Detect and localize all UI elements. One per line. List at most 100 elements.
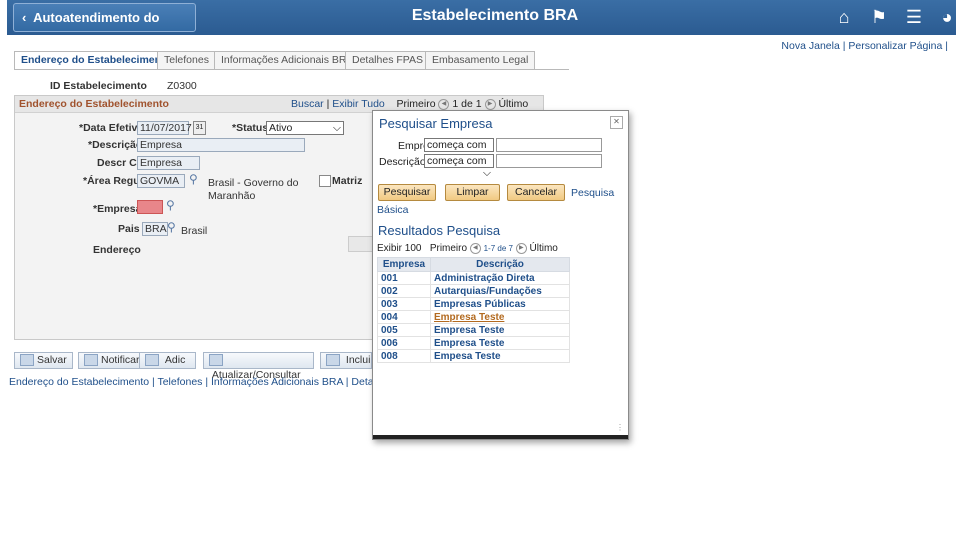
include-label: Incluir r	[345, 354, 372, 366]
descricao-search-input[interactable]	[496, 154, 602, 168]
results-title: Resultados Pesquisa	[378, 223, 501, 238]
bottom-tab-links[interactable]: Endereço do Estabelecimento | Telefones …	[9, 376, 428, 388]
back-button[interactable]: ‹ Autoatendimento do Gerente	[13, 3, 196, 52]
col-empresa-header: Empresa	[377, 257, 431, 272]
empresa-field[interactable]	[137, 200, 163, 214]
descricao-operator-value: começa com	[427, 155, 487, 167]
descricao-field[interactable]: Empresa	[137, 138, 305, 152]
modal-title: Pesquisar Empresa	[379, 116, 493, 131]
tab-endereco[interactable]: Endereço do Estabelecimento	[14, 51, 178, 69]
id-value: Z0300	[167, 80, 197, 92]
basic-search-link[interactable]: Pesquisa	[571, 187, 614, 199]
row-code[interactable]: 001	[377, 271, 431, 285]
pais-description: Brasil	[181, 225, 208, 237]
resize-handle[interactable]: ⋮	[616, 423, 624, 432]
home-icon[interactable]: ⌂	[833, 7, 855, 28]
update-button[interactable]: Atualizar/Consultar	[203, 352, 314, 381]
view-all-link[interactable]: Exibir Tudo	[332, 98, 385, 110]
row-desc[interactable]: Autarquias/Fundações	[430, 284, 570, 298]
prev-icon[interactable]: ◀	[438, 98, 450, 110]
row-desc[interactable]: Empesa Teste	[430, 349, 570, 363]
endereco-label: Endereço	[93, 244, 141, 256]
next-icon[interactable]: ▶	[484, 98, 496, 110]
calendar-icon[interactable]: 31	[193, 121, 206, 135]
tab-info-adicionais[interactable]: Informações Adicionais BRA	[214, 51, 361, 69]
row-code[interactable]: 002	[377, 284, 431, 298]
add-label: Adic	[164, 354, 186, 366]
matriz-checkbox[interactable]	[319, 175, 331, 187]
close-icon[interactable]: ✕	[610, 116, 623, 129]
id-label: ID Estabelecimento	[50, 80, 147, 92]
row-code[interactable]: 006	[377, 336, 431, 350]
row-desc[interactable]: Empresa Teste	[430, 310, 570, 324]
empresa-operator-select[interactable]: começa com⌵	[424, 138, 494, 163]
tab-embasamento-legal[interactable]: Embasamento Legal	[425, 51, 536, 69]
personalize-page-link[interactable]: Personalizar Página	[848, 40, 942, 52]
table-row[interactable]: 002 Autarquias/Fundações	[377, 284, 570, 298]
include-button[interactable]: Incluir r	[320, 352, 372, 369]
include-icon	[326, 354, 340, 367]
chevron-left-icon: ‹	[22, 10, 27, 25]
lookup-icon[interactable]: ⚲	[167, 220, 176, 234]
status-value: Ativo	[269, 122, 293, 134]
table-row[interactable]: 004 Empresa Teste	[377, 310, 570, 324]
descricao-operator-select[interactable]: começa com ⌵	[424, 154, 494, 179]
status-select[interactable]: Ativo ⌵	[266, 121, 344, 135]
row-desc[interactable]: Empresas Públicas	[430, 297, 570, 311]
save-label: Salvar	[37, 354, 67, 366]
flag-icon[interactable]: ⚑	[868, 7, 890, 28]
menu-icon[interactable]: ☰	[903, 7, 925, 28]
tab-divider	[14, 69, 569, 70]
tab-detalhes-fpas[interactable]: Detalhes FPAS	[345, 51, 431, 69]
page-title: Estabelecimento BRA	[411, 7, 579, 24]
lookup-icon[interactable]: ⚲	[189, 172, 198, 186]
row-desc[interactable]: Empresa Teste	[430, 323, 570, 337]
results-last-label: Último	[529, 243, 558, 255]
show-100-link[interactable]: Exibir 100	[377, 243, 421, 254]
basic-search-link-cont[interactable]: Básica	[377, 204, 409, 216]
row-code[interactable]: 008	[377, 349, 431, 363]
empresa-search-input[interactable]	[496, 138, 602, 152]
row-code[interactable]: 005	[377, 323, 431, 337]
descricao-search-label: Descrição	[379, 156, 426, 168]
empresa-operator-value: começa com	[427, 139, 487, 151]
status-label: *Status	[232, 122, 269, 134]
search-button[interactable]: Pesquisar	[378, 184, 436, 201]
area-label: *Área Regul	[83, 175, 143, 187]
row-code[interactable]: 004	[377, 310, 431, 324]
table-row[interactable]: 008 Empesa Teste	[377, 349, 570, 363]
pais-field[interactable]: BRA	[142, 222, 168, 236]
descr-curta-field[interactable]: Empresa	[137, 156, 200, 170]
chevron-down-icon: ⌵	[333, 122, 341, 134]
clear-button[interactable]: Limpar	[445, 184, 500, 201]
next-icon[interactable]: ▶	[515, 243, 527, 254]
new-window-link[interactable]: Nova Janela	[781, 40, 839, 52]
row-desc[interactable]: Administração Direta	[430, 271, 570, 285]
save-button[interactable]: Salvar	[14, 352, 73, 369]
update-icon	[209, 354, 223, 367]
add-button[interactable]: Adic	[139, 352, 196, 369]
group-title: Endereço do Estabelecimento	[19, 98, 169, 110]
table-row[interactable]: 001 Administração Direta	[377, 271, 570, 285]
back-label: Autoatendimento do Gerente	[22, 10, 160, 52]
table-row[interactable]: 006 Empresa Teste	[377, 336, 570, 350]
prev-icon[interactable]: ◀	[469, 243, 481, 254]
table-row[interactable]: 005 Empresa Teste	[377, 323, 570, 337]
cancel-button[interactable]: Cancelar	[507, 184, 565, 201]
top-links: Nova Janela | Personalizar Página |	[781, 40, 948, 52]
group-nav: Buscar | Exibir Tudo Primeiro ◀ 1 de 1 ▶…	[291, 98, 529, 110]
search-link[interactable]: Buscar	[291, 98, 324, 110]
notify-button[interactable]: Notificar	[78, 352, 146, 369]
area-description: Brasil - Governo do Maranhão	[208, 177, 299, 202]
navbar-icon[interactable]: ◕	[938, 7, 956, 28]
row-code[interactable]: 003	[377, 297, 431, 311]
notify-label: Notificar	[101, 354, 140, 366]
table-row[interactable]: 003 Empresas Públicas	[377, 297, 570, 311]
data-efetiva-field[interactable]: 11/07/2017	[137, 121, 192, 135]
lookup-icon[interactable]: ⚲	[166, 198, 175, 212]
results-nav: Exibir 100 Primeiro ◀ 1-7 de 7 ▶ Último	[377, 243, 558, 254]
descricao-label: *Descrição	[88, 139, 143, 151]
tab-telefones[interactable]: Telefones	[157, 51, 216, 69]
row-desc[interactable]: Empresa Teste	[430, 336, 570, 350]
area-field[interactable]: GOVMA	[137, 174, 185, 188]
